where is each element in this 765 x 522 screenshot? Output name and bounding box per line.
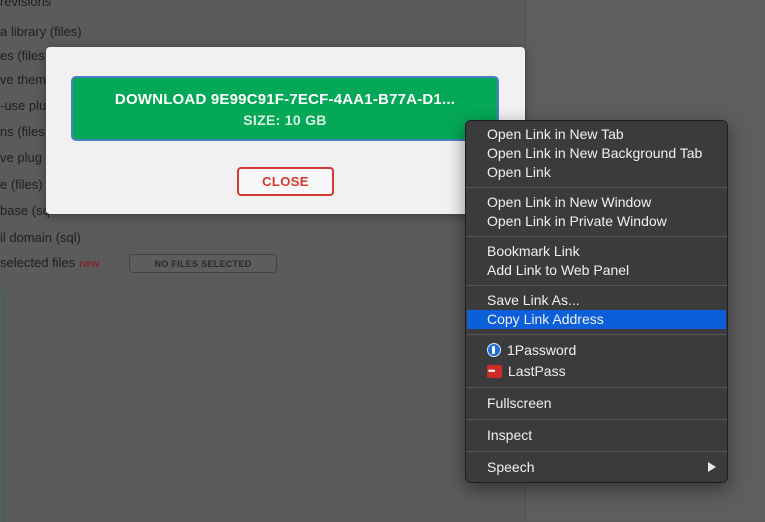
background-panel-edge	[0, 292, 4, 522]
menu-item-lastpass-label: LastPass	[508, 363, 566, 379]
lastpass-icon	[487, 365, 502, 378]
download-size: SIZE: 10 GB	[73, 112, 497, 128]
menu-item-copy-link-address[interactable]: Copy Link Address	[467, 310, 726, 329]
background-list-item: base (sq	[0, 203, 50, 218]
menu-separator	[466, 236, 727, 237]
menu-item-inspect[interactable]: Inspect	[466, 425, 727, 446]
selected-files-label: selected files	[0, 255, 75, 270]
menu-item-open-new-tab[interactable]: Open Link in New Tab	[466, 125, 727, 144]
context-menu: Open Link in New Tab Open Link in New Ba…	[465, 120, 728, 483]
menu-item-speech[interactable]: Speech	[466, 457, 727, 478]
no-files-selected-button[interactable]: NO FILES SELECTED	[129, 254, 277, 273]
menu-item-1password[interactable]: 1Password	[466, 340, 727, 361]
selected-files-row: selected files new	[0, 255, 99, 270]
menu-item-open-new-window[interactable]: Open Link in New Window	[466, 193, 727, 212]
background-list-item: ve them	[0, 72, 46, 87]
background-list-item: -use plu	[0, 98, 46, 113]
menu-item-speech-label: Speech	[487, 459, 534, 475]
menu-item-fullscreen[interactable]: Fullscreen	[466, 393, 727, 414]
menu-item-open-background-tab[interactable]: Open Link in New Background Tab	[466, 144, 727, 163]
menu-item-open-private-window[interactable]: Open Link in Private Window	[466, 212, 727, 231]
download-title: DOWNLOAD 9E99C91F-7ECF-4AA1-B77A-D1...	[73, 91, 497, 108]
menu-item-save-link-as[interactable]: Save Link As...	[466, 291, 727, 310]
menu-separator	[466, 187, 727, 188]
background-list-item: ve plug	[0, 150, 42, 165]
background-list-item: revisions	[0, 0, 51, 9]
menu-separator	[466, 451, 727, 452]
menu-separator	[466, 285, 727, 286]
menu-separator	[466, 334, 727, 335]
menu-item-1password-label: 1Password	[507, 342, 576, 358]
1password-icon	[487, 343, 501, 357]
menu-item-bookmark-link[interactable]: Bookmark Link	[466, 242, 727, 261]
menu-separator	[466, 419, 727, 420]
close-button[interactable]: CLOSE	[237, 167, 334, 196]
submenu-arrow-icon	[708, 462, 716, 472]
background-list-item: e (files)	[0, 177, 43, 192]
new-badge: new	[79, 258, 99, 270]
background-list-item: a library (files)	[0, 24, 82, 39]
download-modal: DOWNLOAD 9E99C91F-7ECF-4AA1-B77A-D1... S…	[46, 47, 525, 214]
download-button[interactable]: DOWNLOAD 9E99C91F-7ECF-4AA1-B77A-D1... S…	[71, 76, 499, 141]
background-list-item: es (files	[0, 48, 45, 63]
menu-separator	[466, 387, 727, 388]
background-list-item: il domain (sql)	[0, 230, 81, 245]
background-list-item: ns (files	[0, 124, 45, 139]
menu-item-add-web-panel[interactable]: Add Link to Web Panel	[466, 261, 727, 280]
menu-item-open-link[interactable]: Open Link	[466, 163, 727, 182]
menu-item-lastpass[interactable]: LastPass	[466, 361, 727, 382]
